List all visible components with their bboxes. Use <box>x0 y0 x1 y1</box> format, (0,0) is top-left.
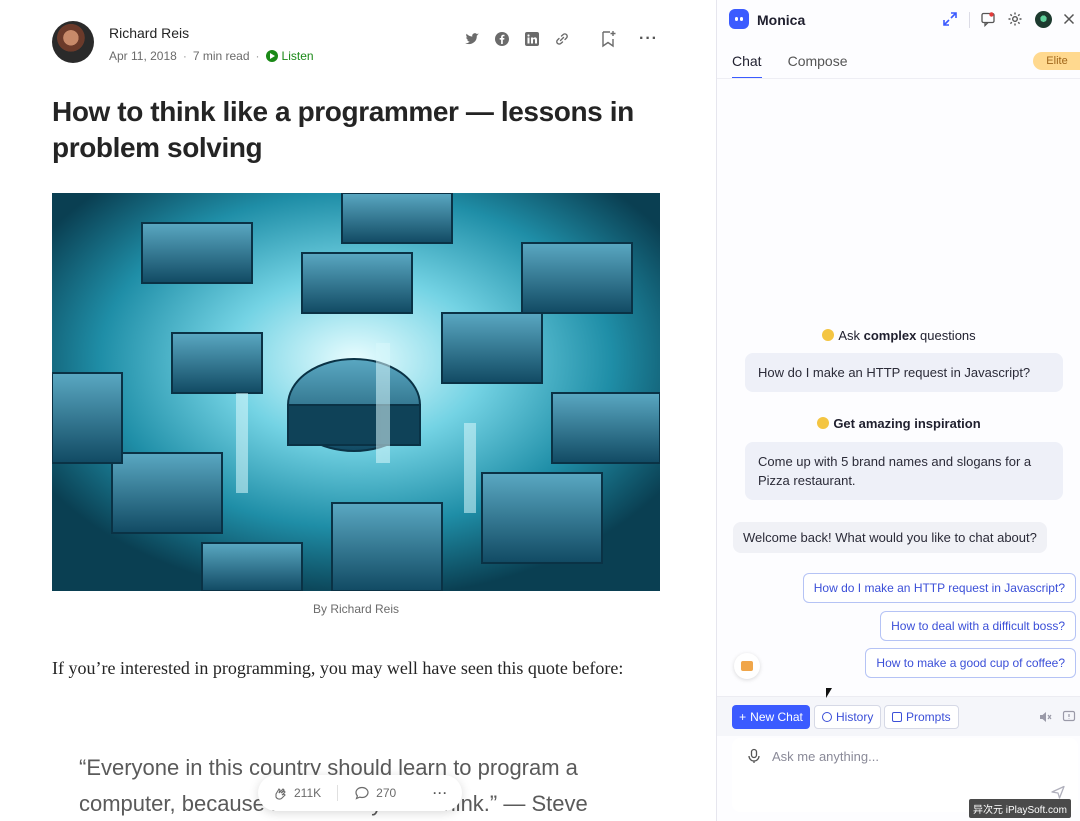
tab-compose[interactable]: Compose <box>788 53 848 79</box>
more-options-icon[interactable]: ··· <box>639 30 658 48</box>
author-name[interactable]: Richard Reis <box>109 25 189 41</box>
settings-gear-icon[interactable] <box>1007 11 1023 27</box>
section-prefix: Ask <box>838 328 864 343</box>
welcome-message: Welcome back! What would you like to cha… <box>733 522 1047 553</box>
user-avatar[interactable] <box>1035 11 1052 28</box>
clapping-emoji-icon <box>817 417 830 429</box>
response-count: 270 <box>376 786 397 800</box>
section-suffix: questions <box>916 328 976 343</box>
section-title-ask: Ask complex questions <box>717 328 1080 343</box>
prompt-library-icon[interactable] <box>734 653 760 679</box>
prompts-label: Prompts <box>906 710 951 724</box>
example-card-inspiration[interactable]: Come up with 5 brand names and slogans f… <box>745 442 1063 500</box>
mute-icon[interactable] <box>1038 710 1052 724</box>
feedback-icon[interactable] <box>980 11 996 27</box>
panel-header: Monica <box>717 0 1080 40</box>
thinking-emoji-icon <box>822 329 835 341</box>
article-title: How to think like a programmer — lessons… <box>52 96 634 163</box>
monica-logo-icon <box>729 9 749 29</box>
article-paragraph: If you’re interested in programming, you… <box>52 658 624 678</box>
section-bold: Get amazing inspiration <box>833 416 981 431</box>
puzzle-pieces-illustration <box>52 193 660 591</box>
app-name: Monica <box>757 12 806 28</box>
send-icon[interactable] <box>1050 784 1066 800</box>
new-chat-label: New Chat <box>750 710 803 724</box>
history-label: History <box>836 710 874 724</box>
suggestion-boss[interactable]: How to deal with a difficult boss? <box>880 611 1076 641</box>
meta-separator: · <box>182 49 187 63</box>
suggestion-http[interactable]: How do I make an HTTP request in Javascr… <box>802 573 1076 603</box>
publish-date: Apr 11, 2018 <box>109 49 177 63</box>
twitter-icon[interactable] <box>464 31 480 47</box>
hero-image <box>52 193 660 591</box>
section-bold: complex <box>863 328 917 343</box>
monica-sidebar: Monica Chat Compose Elite Ask complex qu… <box>716 0 1080 821</box>
link-icon[interactable] <box>554 31 570 47</box>
new-chat-button[interactable]: + New Chat <box>732 705 810 729</box>
history-icon <box>822 712 832 722</box>
chat-bubble-icon[interactable] <box>1062 710 1076 724</box>
more-actions-icon[interactable]: ··· <box>433 786 448 800</box>
prompts-button[interactable]: Prompts <box>884 705 959 729</box>
bookmark-add-icon[interactable] <box>600 30 616 48</box>
article-meta: Apr 11, 2018 · 7 min read · Listen <box>109 49 314 63</box>
mouse-cursor <box>826 688 832 698</box>
plan-badge[interactable]: Elite <box>1033 52 1080 70</box>
suggestion-coffee[interactable]: How to make a good cup of coffee? <box>865 648 1076 678</box>
facebook-icon[interactable] <box>494 31 510 47</box>
clap-icon[interactable] <box>272 785 288 801</box>
tabs-divider <box>717 78 1080 79</box>
chat-input[interactable] <box>772 744 1052 768</box>
author-avatar[interactable] <box>52 21 94 63</box>
clap-count: 211K <box>294 786 322 800</box>
panel-tabs: Chat Compose <box>732 53 848 79</box>
expand-icon[interactable] <box>942 11 958 27</box>
history-button[interactable]: History <box>814 705 882 729</box>
read-time: 7 min read <box>192 49 250 63</box>
example-card-ask[interactable]: How do I make an HTTP request in Javascr… <box>745 353 1063 392</box>
watermark: 异次元 iPlaySoft.com <box>969 799 1071 818</box>
prompts-icon <box>892 712 902 722</box>
linkedin-icon[interactable] <box>524 31 540 47</box>
listen-button[interactable]: Listen <box>265 49 314 63</box>
image-caption: By Richard Reis <box>312 602 400 616</box>
response-icon[interactable] <box>354 785 370 801</box>
play-icon <box>265 50 278 62</box>
header-divider <box>969 12 970 28</box>
engagement-bar: 211K 270 ··· <box>258 775 462 811</box>
engagement-divider <box>337 785 339 801</box>
meta-separator: · <box>255 49 260 63</box>
section-title-inspiration: Get amazing inspiration <box>717 416 1080 431</box>
tab-chat[interactable]: Chat <box>732 53 762 79</box>
plus-icon: + <box>739 710 747 724</box>
microphone-icon[interactable] <box>746 748 762 764</box>
article-pane: Richard Reis Apr 11, 2018 · 7 min read ·… <box>0 0 716 821</box>
listen-label: Listen <box>281 49 314 63</box>
share-icons <box>464 31 570 47</box>
chat-toolbar: + New Chat History Prompts <box>717 696 1080 736</box>
close-icon[interactable] <box>1061 11 1077 27</box>
